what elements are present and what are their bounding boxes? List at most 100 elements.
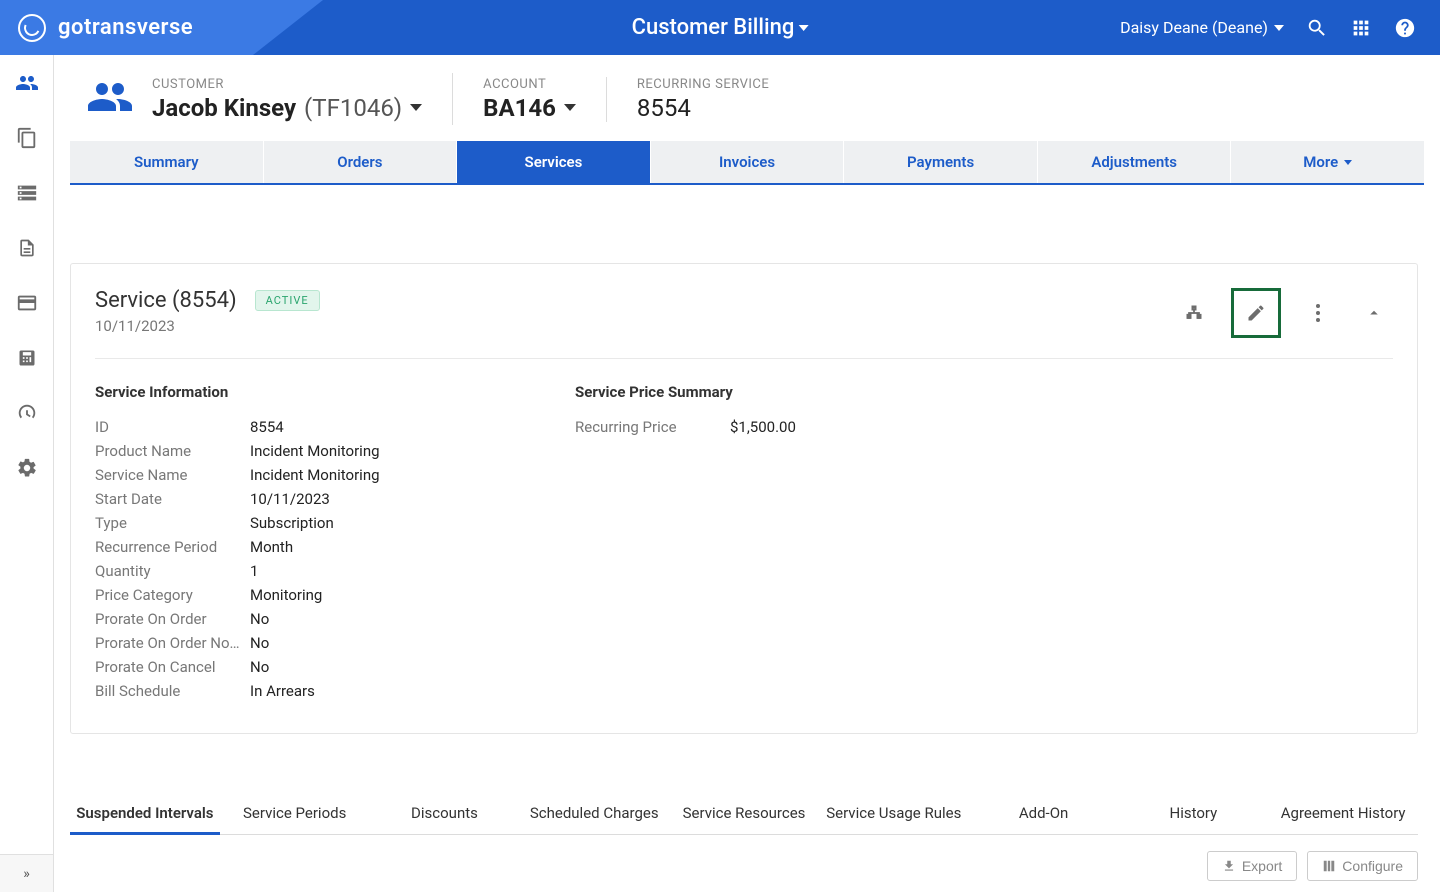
nav-document-icon[interactable]	[0, 220, 53, 275]
help-icon[interactable]	[1394, 17, 1416, 39]
nav-storage-icon[interactable]	[0, 165, 53, 220]
label-category: Price Category	[95, 586, 250, 604]
subtab-resources[interactable]: Service Resources	[669, 794, 819, 834]
breadcrumb-customer-label: CUSTOMER	[152, 77, 422, 92]
service-info-column: Service Information ID8554 Product NameI…	[95, 383, 495, 703]
sidebar-expand-toggle[interactable]: »	[0, 854, 53, 892]
label-prorate-cancel: Prorate On Cancel	[95, 658, 250, 676]
label-id: ID	[95, 418, 250, 436]
edit-button[interactable]	[1231, 288, 1281, 338]
top-bar: gotransverse Customer Billing Daisy Dean…	[0, 0, 1440, 55]
collapse-icon[interactable]	[1355, 294, 1393, 332]
subtab-periods[interactable]: Service Periods	[220, 794, 370, 834]
nav-settings-icon[interactable]	[0, 440, 53, 495]
breadcrumb-customer-code: (TF1046)	[304, 94, 402, 122]
value-prorate-cancel: No	[250, 658, 269, 676]
label-start: Start Date	[95, 490, 250, 508]
label-service: Service Name	[95, 466, 250, 484]
subtab-suspended[interactable]: Suspended Intervals	[70, 794, 220, 835]
service-subtabs: Suspended Intervals Service Periods Disc…	[70, 794, 1418, 835]
label-bill-schedule: Bill Schedule	[95, 682, 250, 700]
tab-payments[interactable]: Payments	[844, 141, 1038, 183]
value-start: 10/11/2023	[250, 490, 330, 508]
apps-grid-icon[interactable]	[1350, 17, 1372, 39]
breadcrumb-customer-dropdown[interactable]: Jacob Kinsey (TF1046)	[152, 94, 422, 122]
content-scroll[interactable]: Service (8554) ACTIVE 10/11/2023	[54, 245, 1434, 892]
service-card: Service (8554) ACTIVE 10/11/2023	[70, 263, 1418, 734]
value-prorate-order: No	[250, 610, 269, 628]
main-tabs: Summary Orders Services Invoices Payment…	[70, 141, 1424, 185]
value-service: Incident Monitoring	[250, 466, 380, 484]
breadcrumb-row: CUSTOMER Jacob Kinsey (TF1046) ACCOUNT B…	[54, 55, 1440, 141]
breadcrumb-customer-name: Jacob Kinsey	[152, 94, 296, 122]
value-prorate-order-no: No	[250, 634, 269, 652]
nav-dashboard-icon[interactable]	[0, 385, 53, 440]
breadcrumb-account-dropdown[interactable]: BA146	[483, 94, 576, 122]
label-recurrence: Recurrence Period	[95, 538, 250, 556]
brand-text: gotransverse	[58, 15, 193, 40]
subtab-history[interactable]: History	[1118, 794, 1268, 834]
module-title-dropdown[interactable]: Customer Billing	[632, 15, 809, 40]
value-id: 8554	[250, 418, 284, 436]
user-menu[interactable]: Daisy Deane (Deane)	[1120, 18, 1284, 37]
module-title: Customer Billing	[632, 15, 795, 40]
tab-summary[interactable]: Summary	[70, 141, 264, 183]
breadcrumb-service-label: RECURRING SERVICE	[637, 77, 769, 92]
price-summary-heading: Service Price Summary	[575, 383, 975, 401]
tab-more-label: More	[1303, 153, 1338, 171]
label-prorate-order-no: Prorate On Order No…	[95, 634, 250, 652]
nav-calculator-icon[interactable]	[0, 330, 53, 385]
nav-copy-icon[interactable]	[0, 110, 53, 165]
value-recurring-price: $1,500.00	[730, 418, 796, 436]
search-icon[interactable]	[1306, 17, 1328, 39]
tab-invoices[interactable]: Invoices	[651, 141, 845, 183]
chevron-right-double-icon: »	[23, 866, 30, 882]
brand-logo-icon	[18, 14, 46, 42]
card-title: Service (8554)	[95, 288, 237, 313]
divider	[95, 358, 1393, 359]
chevron-down-icon	[410, 104, 422, 111]
value-product: Incident Monitoring	[250, 442, 380, 460]
customers-icon	[86, 73, 134, 125]
configure-button[interactable]: Configure	[1307, 851, 1418, 881]
label-recurring-price: Recurring Price	[575, 418, 730, 436]
subtab-usage[interactable]: Service Usage Rules	[819, 794, 969, 834]
configure-label: Configure	[1342, 858, 1403, 874]
tab-services[interactable]: Services	[457, 141, 651, 183]
breadcrumb-service-value: 8554	[637, 94, 769, 122]
subtab-scheduled[interactable]: Scheduled Charges	[519, 794, 669, 834]
status-badge: ACTIVE	[255, 290, 320, 311]
subtab-addon[interactable]: Add-On	[969, 794, 1119, 834]
brand[interactable]: gotransverse	[0, 0, 253, 55]
subtab-agreement[interactable]: Agreement History	[1268, 794, 1418, 834]
left-sidebar: »	[0, 55, 54, 892]
more-options-icon[interactable]	[1299, 294, 1337, 332]
chevron-down-icon	[1344, 160, 1352, 165]
export-button[interactable]: Export	[1207, 851, 1297, 881]
tab-orders[interactable]: Orders	[264, 141, 458, 183]
label-type: Type	[95, 514, 250, 532]
tab-adjustments[interactable]: Adjustments	[1038, 141, 1232, 183]
value-bill-schedule: In Arrears	[250, 682, 315, 700]
tab-more[interactable]: More	[1231, 141, 1424, 183]
nav-customers-icon[interactable]	[0, 55, 53, 110]
value-type: Subscription	[250, 514, 334, 532]
value-category: Monitoring	[250, 586, 322, 604]
download-icon	[1222, 859, 1236, 873]
card-date: 10/11/2023	[95, 317, 320, 335]
hierarchy-icon[interactable]	[1175, 294, 1213, 332]
value-quantity: 1	[250, 562, 258, 580]
label-quantity: Quantity	[95, 562, 250, 580]
breadcrumb-account-label: ACCOUNT	[483, 77, 576, 92]
label-product: Product Name	[95, 442, 250, 460]
subtab-discounts[interactable]: Discounts	[370, 794, 520, 834]
chevron-down-icon	[564, 104, 576, 111]
export-label: Export	[1242, 858, 1282, 874]
chevron-down-icon	[798, 25, 808, 31]
main-area: CUSTOMER Jacob Kinsey (TF1046) ACCOUNT B…	[54, 55, 1440, 892]
nav-card-icon[interactable]	[0, 275, 53, 330]
service-info-heading: Service Information	[95, 383, 495, 401]
user-display: Daisy Deane (Deane)	[1120, 18, 1268, 37]
breadcrumb-account-value: BA146	[483, 94, 556, 122]
label-prorate-order: Prorate On Order	[95, 610, 250, 628]
